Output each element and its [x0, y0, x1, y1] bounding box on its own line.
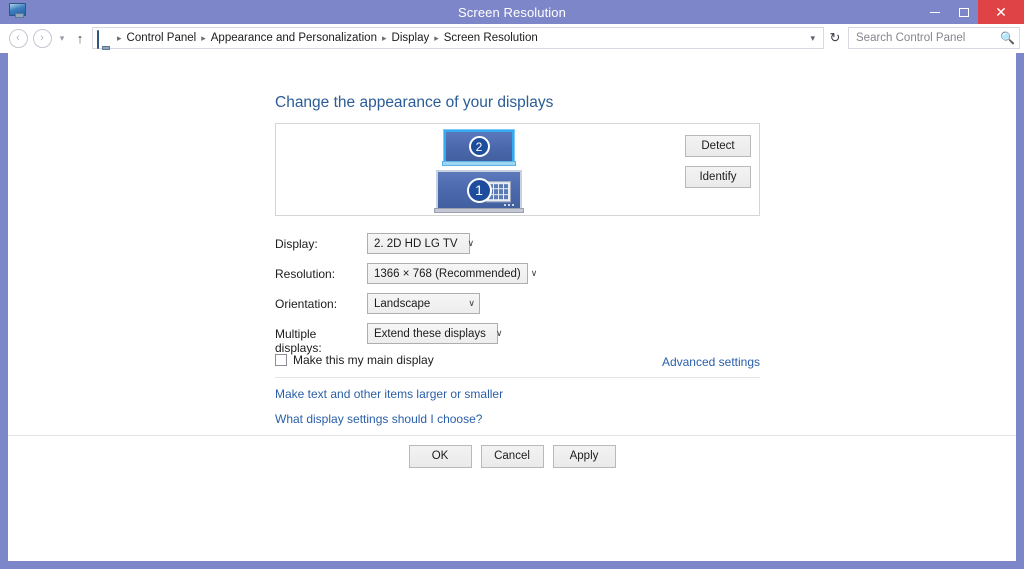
search-input[interactable]: [856, 32, 1001, 44]
monitor-1-stand: [434, 208, 524, 213]
chevron-down-icon: ∨: [467, 238, 475, 248]
address-bar: ‹ › ▾ ↑ ▸ Control Panel ▸ Appearance and…: [0, 24, 1024, 53]
cancel-button[interactable]: Cancel: [480, 444, 544, 468]
multiple-displays-select-value: Extend these displays: [374, 327, 486, 340]
chevron-down-icon: ∨: [468, 298, 475, 308]
breadcrumb-display[interactable]: Display: [388, 32, 434, 44]
window-controls: ✕: [920, 0, 1024, 24]
make-text-larger-link[interactable]: Make text and other items larger or smal…: [275, 387, 503, 401]
address-dropdown-icon[interactable]: ▾: [806, 33, 821, 44]
what-settings-link[interactable]: What display settings should I choose?: [275, 412, 482, 426]
forward-arrow-icon: ›: [32, 28, 52, 48]
monitor-2-number: 2: [468, 136, 490, 157]
display-select[interactable]: 2. 2D HD LG TV ∨: [367, 233, 474, 254]
orientation-select-value: Landscape: [374, 297, 431, 310]
recent-locations-caret-icon[interactable]: ▾: [54, 26, 70, 50]
search-box[interactable]: 🔍: [848, 27, 1020, 49]
monitor-1-number: 1: [466, 177, 492, 203]
up-arrow-icon[interactable]: ↑: [70, 26, 90, 50]
back-arrow-icon: ‹: [8, 28, 28, 48]
display-select-value: 2. 2D HD LG TV: [374, 237, 458, 250]
main-display-row: Make this my main display Advanced setti…: [275, 353, 760, 375]
window-monitor-icon: [9, 3, 26, 19]
identify-button[interactable]: Identify: [685, 166, 751, 188]
settings-pane: Change the appearance of your displays 2…: [8, 53, 1016, 435]
taskbar-dots-icon: [504, 204, 514, 206]
make-main-display-label: Make this my main display: [293, 353, 434, 367]
display-label: Display:: [275, 237, 318, 251]
divider: [275, 377, 760, 378]
back-button[interactable]: ‹: [6, 26, 30, 50]
orientation-select[interactable]: Landscape ∨: [367, 293, 480, 314]
orientation-label: Orientation:: [275, 297, 338, 311]
page-title: Change the appearance of your displays: [275, 94, 554, 111]
window-content: Change the appearance of your displays 2…: [0, 53, 1024, 569]
breadcrumb-appearance-and-personalization[interactable]: Appearance and Personalization: [207, 32, 381, 44]
breadcrumb-screen-resolution[interactable]: Screen Resolution: [440, 32, 542, 44]
window-title: Screen Resolution: [458, 4, 566, 20]
maximize-button[interactable]: [949, 0, 978, 24]
breadcrumb-monitor-icon: [97, 30, 113, 49]
advanced-settings-link[interactable]: Advanced settings: [662, 355, 760, 369]
refresh-icon[interactable]: ↻: [824, 27, 846, 49]
monitor-1[interactable]: 1: [434, 170, 524, 213]
monitor-2-stand: [442, 161, 516, 166]
resolution-label: Resolution:: [275, 267, 336, 281]
search-icon: 🔍: [1000, 31, 1015, 45]
title-bar: Screen Resolution ✕: [0, 0, 1024, 24]
checkbox-box[interactable]: [275, 354, 287, 366]
multiple-displays-select[interactable]: Extend these displays ∨: [367, 323, 502, 344]
resolution-select[interactable]: 1366 × 768 (Recommended) ∨: [367, 263, 537, 284]
chevron-down-icon: ∨: [495, 328, 503, 338]
dialog-footer: OK Cancel Apply: [8, 436, 1016, 476]
preview-actions: Detect Identify: [685, 135, 751, 188]
minimize-button[interactable]: [920, 0, 949, 24]
monitor-arrangement-area[interactable]: 2 1: [276, 124, 671, 215]
breadcrumb-control-panel[interactable]: Control Panel: [123, 32, 201, 44]
chevron-down-icon: ∨: [530, 268, 538, 278]
ok-button[interactable]: OK: [408, 444, 472, 468]
detect-button[interactable]: Detect: [685, 135, 751, 157]
multiple-displays-label: Multiple displays:: [275, 327, 322, 355]
close-button[interactable]: ✕: [978, 0, 1024, 24]
display-preview-panel: 2 1 Detect Identify: [275, 123, 760, 216]
monitor-2[interactable]: 2: [442, 130, 516, 166]
screen-resolution-window: Screen Resolution ✕ ‹ › ▾ ↑ ▸ Control Pa…: [0, 0, 1024, 569]
breadcrumb-bar[interactable]: ▸ Control Panel ▸ Appearance and Persona…: [92, 27, 824, 49]
resolution-select-value: 1366 × 768 (Recommended): [374, 267, 521, 280]
apply-button[interactable]: Apply: [552, 444, 616, 468]
empty-area: [8, 476, 1016, 561]
forward-button[interactable]: ›: [30, 26, 54, 50]
